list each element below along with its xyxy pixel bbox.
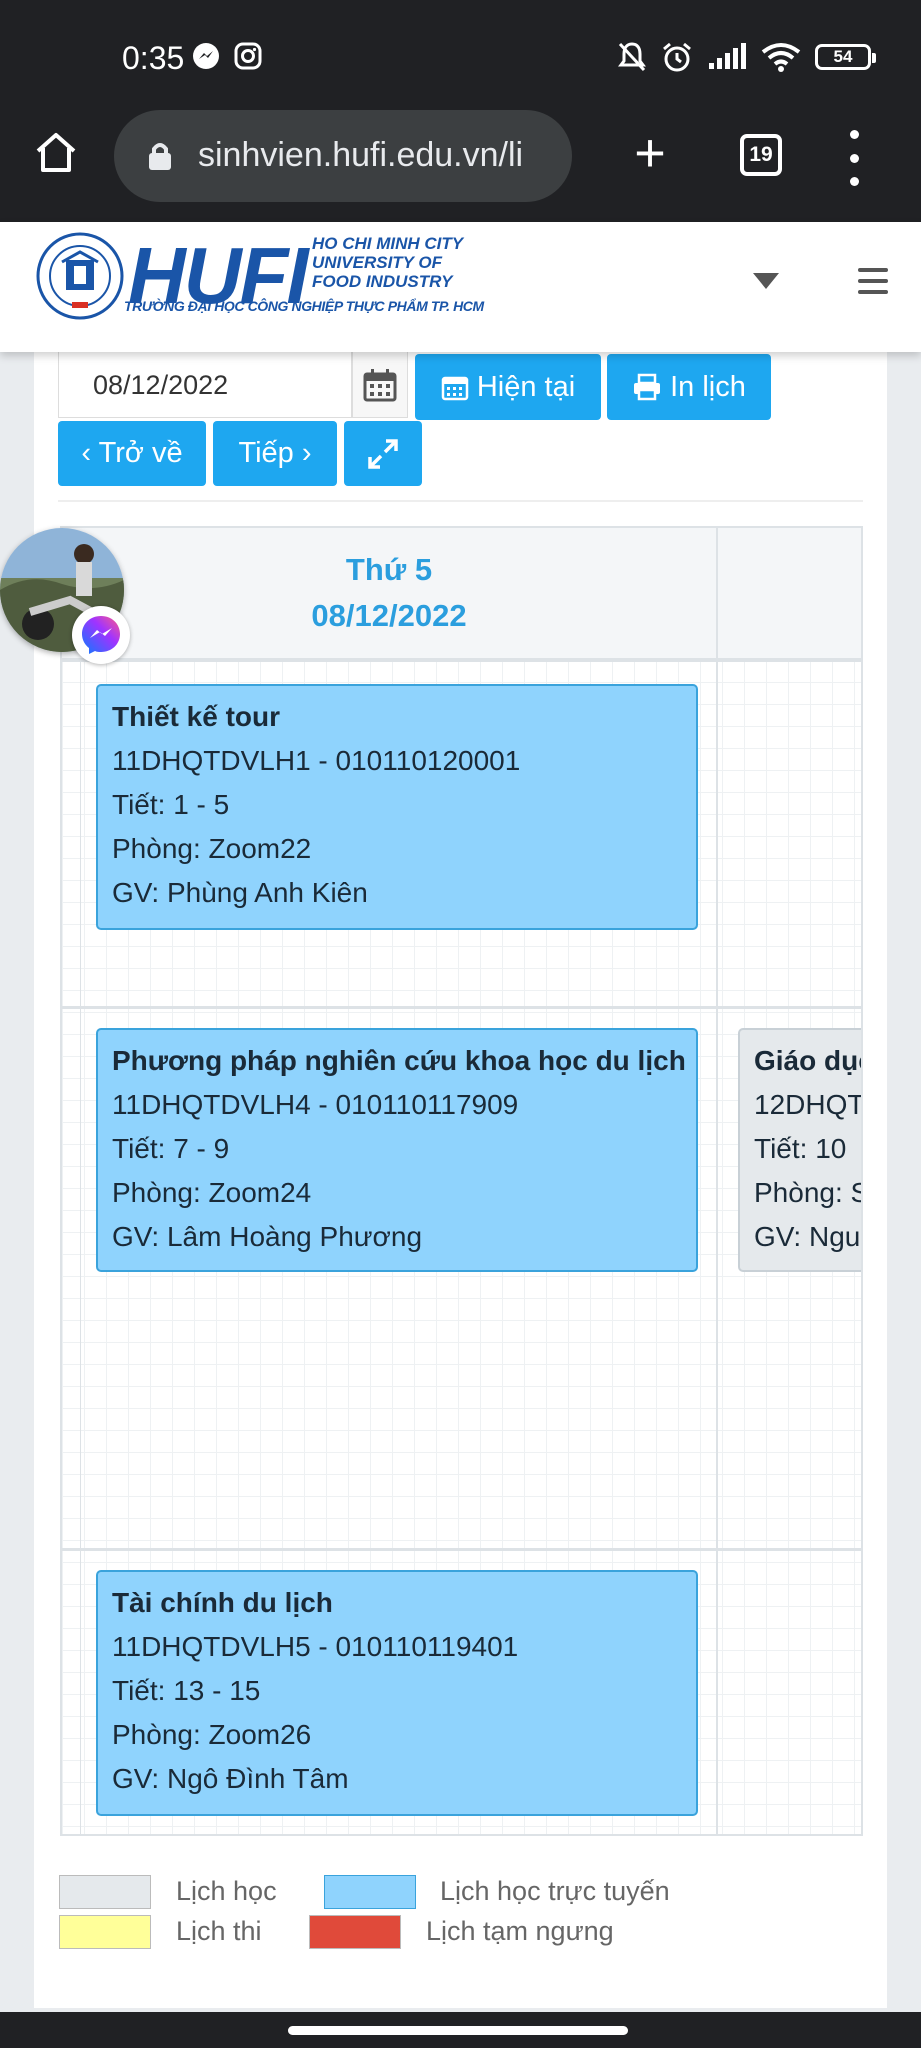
lock-icon [149, 143, 171, 170]
event-title: Tài chính du lịch [112, 1587, 333, 1618]
browser-toolbar: sinhvien.hufi.edu.vn/li + 19 [0, 100, 921, 222]
wifi-icon [761, 43, 801, 72]
current-week-label: Hiện tại [476, 370, 576, 403]
event-period: Tiết: 10 [754, 1133, 847, 1164]
fullscreen-button[interactable] [344, 421, 422, 486]
mute-bell-icon [618, 42, 646, 72]
home-gesture-bar[interactable] [288, 2026, 628, 2035]
messenger-notification-icon [193, 43, 219, 69]
new-tab-button[interactable]: + [622, 126, 678, 184]
day-name: Thứ 5 [345, 552, 433, 587]
session-separator [62, 1548, 861, 1551]
browser-menu-button[interactable] [848, 130, 860, 186]
schedule-event-next-day[interactable]: Giáo dục 12DHQT Tiết: 10 Phòng: S GV: Ng… [738, 1028, 863, 1272]
calendar-icon [363, 368, 397, 401]
event-code: 11DHQTDVLH1 - 010110120001 [112, 745, 521, 776]
event-room: Phòng: Zoom26 [112, 1719, 312, 1750]
status-time: 0:35 [122, 40, 185, 76]
status-bar: 0:35 54 [0, 0, 921, 100]
expand-icon [368, 438, 398, 469]
legend-swatch-regular [59, 1875, 151, 1909]
event-teacher: GV: Ngô Đình Tâm [112, 1763, 349, 1794]
column-separator [716, 528, 718, 1834]
legend-swatch-exam [59, 1915, 151, 1949]
event-room: Phòng: Zoom24 [112, 1177, 312, 1208]
battery-level: 54 [833, 47, 853, 66]
site-header: HUFI HO CHI MINH CITY UNIVERSITY OF FOOD… [0, 222, 921, 352]
print-button[interactable]: In lịch [607, 354, 771, 420]
messenger-icon [72, 606, 130, 664]
schedule-event[interactable]: Tài chính du lịch 11DHQTDVLH5 - 01011011… [96, 1570, 698, 1816]
alarm-icon [663, 42, 691, 72]
event-title: Phương pháp nghiên cứu khoa học du lịch [112, 1045, 686, 1076]
dropdown-caret-icon[interactable] [752, 272, 780, 290]
event-code: 11DHQTDVLH4 - 010110117909 [112, 1089, 519, 1120]
event-room: Phòng: S [754, 1177, 863, 1208]
calendar-picker-button[interactable] [352, 352, 408, 418]
schedule-event[interactable]: Thiết kế tour 11DHQTDVLH1 - 010110120001… [96, 684, 698, 930]
schedule-grid: Thứ 5 08/12/2022 Thiết kế tour 11DHQTDVL… [60, 526, 863, 1836]
event-teacher: GV: Phùng Anh Kiên [112, 877, 368, 908]
previous-week-button[interactable]: ‹ Trở về [58, 421, 206, 486]
event-room: Phòng: Zoom22 [112, 833, 312, 864]
printer-icon [634, 373, 661, 401]
legend-label-regular: Lịch học [176, 1876, 277, 1906]
legend-swatch-online [324, 1875, 416, 1909]
battery-icon: 54 [815, 44, 876, 70]
divider [58, 500, 863, 502]
schedule-event[interactable]: Phương pháp nghiên cứu khoa học du lịch … [96, 1028, 698, 1272]
tab-count: 19 [749, 143, 773, 166]
day-date: 08/12/2022 [311, 598, 467, 633]
event-period: Tiết: 13 - 15 [112, 1675, 261, 1706]
home-icon[interactable] [34, 130, 78, 174]
event-period: Tiết: 1 - 5 [112, 789, 230, 820]
legend-label-online: Lịch học trực tuyến [440, 1876, 670, 1906]
instagram-notification-icon [234, 42, 262, 70]
next-week-button[interactable]: Tiếp › [213, 421, 337, 486]
event-title: Thiết kế tour [112, 701, 281, 732]
event-title: Giáo dục [754, 1045, 863, 1076]
legend-label-suspended: Lịch tạm ngưng [426, 1916, 614, 1946]
print-label: In lịch [670, 370, 746, 403]
hamburger-menu-icon[interactable] [858, 268, 888, 294]
date-input[interactable]: 08/12/2022 [58, 352, 352, 418]
session-separator [62, 1006, 861, 1009]
event-teacher: GV: Lâm Hoàng Phương [112, 1221, 423, 1252]
university-seal-logo [36, 232, 124, 320]
calendar-icon [441, 376, 469, 401]
event-teacher: GV: Ngu [754, 1221, 861, 1252]
event-code: 11DHQTDVLH5 - 010110119401 [112, 1631, 519, 1662]
current-week-button[interactable]: Hiện tại [415, 354, 601, 420]
event-period: Tiết: 7 - 9 [112, 1133, 230, 1164]
legend-label-exam: Lịch thi [176, 1916, 262, 1946]
system-navigation-bar [0, 2012, 921, 2048]
url-text: sinhvien.hufi.edu.vn/li [198, 136, 524, 174]
logo-english-name: HO CHI MINH CITY UNIVERSITY OF FOOD INDU… [312, 234, 464, 291]
legend-swatch-suspended [309, 1915, 401, 1949]
logo-vietnamese-name: TRƯỜNG ĐẠI HỌC CÔNG NGHIỆP THỰC PHẨM TP.… [124, 298, 484, 314]
signal-icon [709, 43, 746, 69]
day-header: Thứ 5 08/12/2022 [62, 528, 861, 662]
tab-switcher-button[interactable]: 19 [740, 134, 782, 176]
address-bar[interactable]: sinhvien.hufi.edu.vn/li [114, 110, 572, 202]
event-code: 12DHQT [754, 1089, 863, 1120]
